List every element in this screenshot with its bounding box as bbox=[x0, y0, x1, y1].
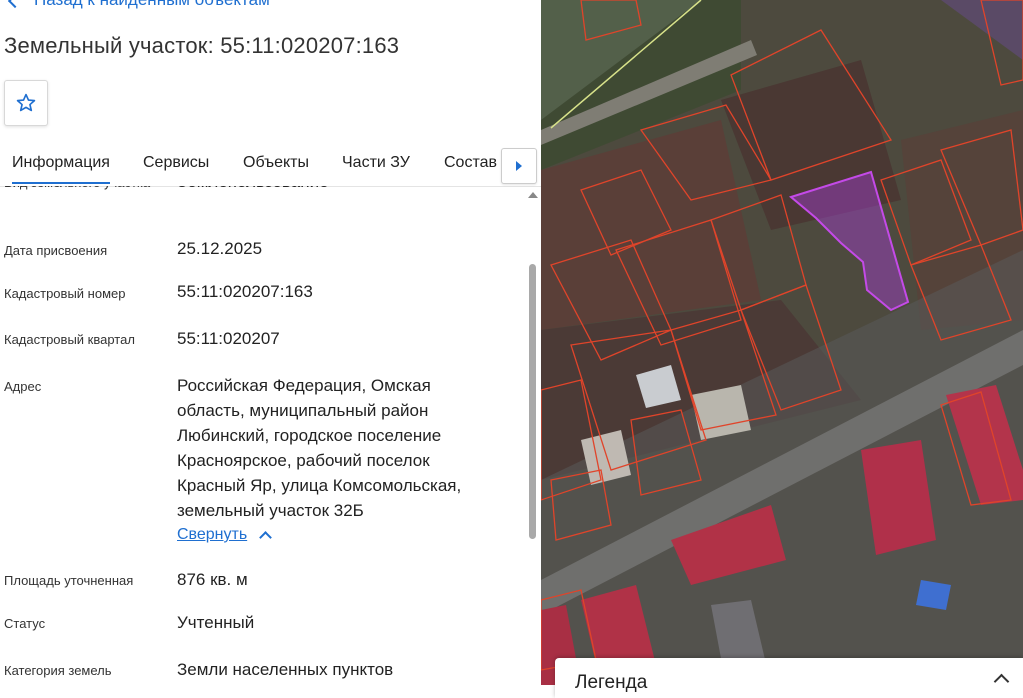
info-panel: Назад к найденным объектам Земельный уча… bbox=[0, 0, 541, 685]
collapse-link-label: Свернуть bbox=[177, 526, 248, 543]
field-label-land-category: Категория земель bbox=[4, 663, 112, 678]
field-value-cadastral-quarter: 55:11:020207 bbox=[177, 329, 280, 348]
chevron-up-icon bbox=[259, 530, 273, 544]
building-roof bbox=[691, 385, 751, 440]
field-label-land-type: Вид земельного участка bbox=[4, 186, 154, 194]
satellite-map[interactable] bbox=[541, 0, 1023, 685]
building-roof bbox=[916, 580, 951, 610]
tab-parcel-parts[interactable]: Части ЗУ bbox=[342, 154, 410, 172]
caret-right-icon bbox=[516, 161, 522, 171]
chevron-left-icon bbox=[7, 0, 23, 9]
tab-composition[interactable]: Состав bbox=[444, 154, 497, 172]
field-value-cadastral-number: 55:11:020207:163 bbox=[177, 282, 313, 301]
field-label-assign-date: Дата присвоения bbox=[4, 243, 108, 258]
field-value-land-type: Землепользование bbox=[177, 186, 507, 194]
page-title: Земельный участок: 55:11:020207:163 bbox=[4, 33, 400, 58]
star-icon bbox=[16, 93, 36, 112]
field-label-area: Площадь уточненная bbox=[4, 573, 134, 588]
info-fields: Вид земельного участка Землепользование … bbox=[0, 186, 525, 685]
scroll-up-arrow-icon[interactable] bbox=[528, 192, 538, 198]
back-link[interactable]: Назад к найденным объектам bbox=[7, 0, 270, 10]
field-value-area: 876 кв. м bbox=[177, 570, 248, 589]
field-label-cadastral-number: Кадастровый номер bbox=[4, 286, 126, 301]
legend-title: Легенда bbox=[575, 672, 648, 693]
tab-objects[interactable]: Объекты bbox=[243, 154, 309, 172]
tab-bar: Информация Сервисы Объекты Части ЗУ Сост… bbox=[0, 144, 541, 187]
tab-information[interactable]: Информация bbox=[12, 154, 110, 184]
map-canvas[interactable] bbox=[541, 0, 1023, 685]
scrollbar-thumb[interactable] bbox=[529, 264, 536, 539]
collapse-link[interactable]: Свернуть bbox=[177, 526, 273, 544]
field-label-status: Статус bbox=[4, 616, 46, 631]
field-value-status: Учтенный bbox=[177, 613, 255, 632]
field-value-assign-date: 25.12.2025 bbox=[177, 239, 263, 258]
tab-services[interactable]: Сервисы bbox=[143, 154, 209, 172]
field-label-cadastral-quarter: Кадастровый квартал bbox=[4, 332, 135, 347]
legend-panel[interactable]: Легенда bbox=[555, 658, 1023, 698]
field-value-land-category: Земли населенных пунктов bbox=[177, 660, 394, 679]
tabs-scroll-right-button[interactable] bbox=[501, 148, 537, 184]
back-link-label: Назад к найденным объектам bbox=[34, 0, 270, 10]
field-value-address: Российская Федерация, Омская область, му… bbox=[177, 376, 462, 520]
favorite-button[interactable] bbox=[4, 80, 48, 126]
field-label-address: Адрес bbox=[4, 379, 42, 394]
chevron-up-icon[interactable] bbox=[993, 673, 1010, 690]
info-scrollbar[interactable] bbox=[527, 186, 539, 685]
